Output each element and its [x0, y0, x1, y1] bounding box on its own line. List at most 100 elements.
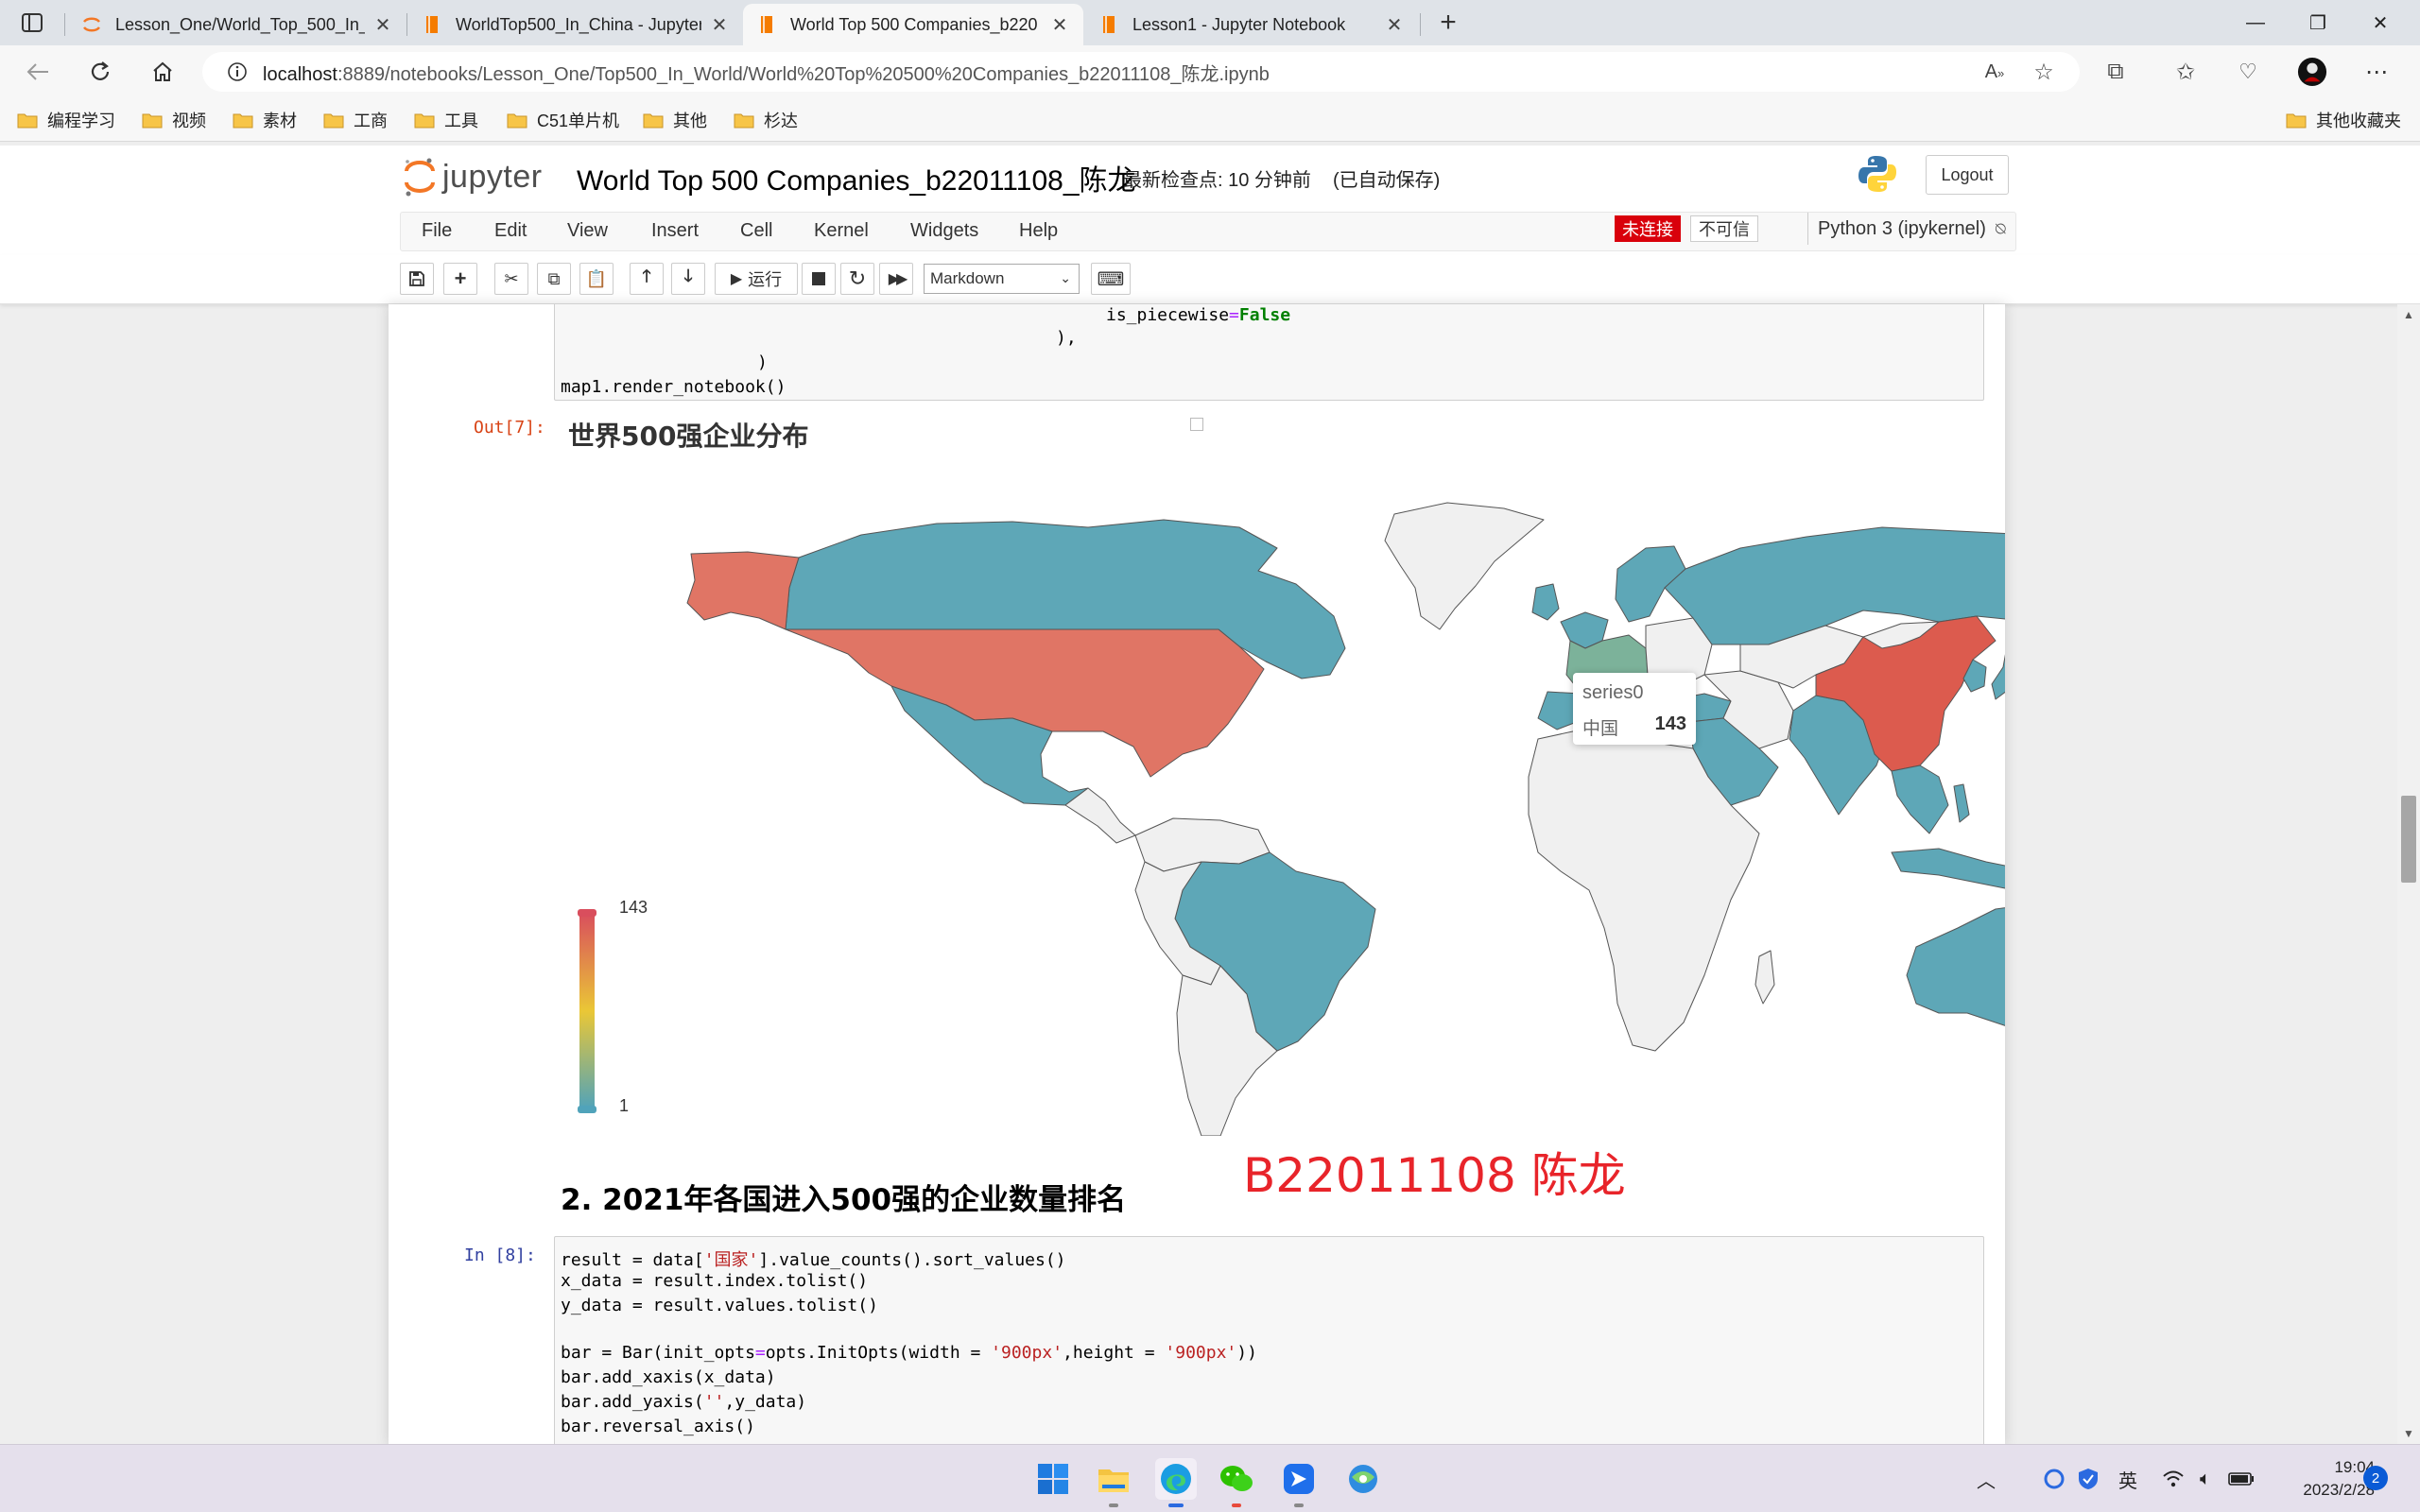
other-bookmarks[interactable]: 其他收藏夹: [2286, 106, 2401, 134]
tab-actions-icon[interactable]: [13, 9, 51, 36]
network-app-icon[interactable]: [1342, 1458, 1384, 1500]
logout-button[interactable]: Logout: [1926, 155, 2009, 195]
bookmark-folder[interactable]: 工具: [414, 106, 478, 134]
menu-insert[interactable]: Insert: [651, 220, 699, 242]
browser-tab[interactable]: Lesson1 - Jupyter Notebook ✕: [1085, 4, 1418, 45]
favorites-icon[interactable]: ✩: [2170, 57, 2201, 87]
bookmark-folder[interactable]: 视频: [142, 106, 206, 134]
page-scrollbar[interactable]: ▲ ▼: [2397, 304, 2420, 1444]
world-map[interactable]: [389, 304, 2005, 1136]
volume-icon[interactable]: 🔈︎: [2191, 1464, 2220, 1494]
scroll-down-arrow[interactable]: ▼: [2397, 1423, 2420, 1444]
code-cell-8[interactable]: result = data['国家'].value_counts().sort_…: [554, 1236, 1984, 1444]
browser-tab[interactable]: WorldTop500_In_China - Jupyter ✕: [408, 4, 743, 45]
kernel-status-badge[interactable]: 未连接: [1615, 215, 1681, 242]
kernel-indicator[interactable]: Python 3 (ipykernel) ⍉: [1807, 213, 2006, 245]
notification-badge[interactable]: 2: [2363, 1466, 2388, 1490]
region-greenland[interactable]: [1384, 502, 1545, 630]
save-button[interactable]: [400, 263, 434, 295]
copy-button[interactable]: ⧉: [537, 263, 571, 295]
bookmark-folder[interactable]: 杉达: [734, 106, 798, 134]
bookmark-label: 工具: [444, 112, 478, 130]
folder-icon: [323, 113, 344, 129]
maximize-button[interactable]: ❐: [2288, 0, 2348, 45]
jupyter-logo[interactable]: jupyter: [403, 153, 543, 200]
feishu-icon[interactable]: [1278, 1458, 1320, 1507]
browser-tab-active[interactable]: World Top 500 Companies_b220 ✕: [743, 4, 1083, 45]
start-icon[interactable]: [1032, 1458, 1074, 1500]
bookmark-folder[interactable]: 工商: [323, 106, 388, 134]
menu-cell[interactable]: Cell: [740, 220, 772, 242]
region-uk[interactable]: [1531, 583, 1560, 621]
info-icon[interactable]: [227, 61, 248, 82]
home-button[interactable]: [146, 55, 180, 89]
command-palette-button[interactable]: ⌨: [1091, 263, 1131, 295]
menu-help[interactable]: Help: [1019, 220, 1058, 242]
visual-map-min-handle[interactable]: [578, 1106, 596, 1113]
scroll-thumb[interactable]: [2401, 796, 2416, 883]
refresh-button[interactable]: [83, 55, 117, 89]
taskbar-clock[interactable]: 19:04 2023/2/28: [2269, 1456, 2375, 1502]
battery-icon[interactable]: [2225, 1464, 2257, 1494]
new-tab-button[interactable]: +: [1433, 7, 1463, 38]
ime-indicator[interactable]: 英: [2114, 1464, 2142, 1494]
menu-view[interactable]: View: [567, 220, 608, 242]
region-japan[interactable]: [1991, 643, 2005, 700]
cut-button[interactable]: ✂: [494, 263, 528, 295]
security-shield-icon[interactable]: [2074, 1464, 2102, 1494]
region-alaska[interactable]: [686, 551, 800, 630]
restart-run-all-button[interactable]: ▶▶: [879, 263, 913, 295]
run-button[interactable]: ▶ 运行: [715, 263, 798, 295]
visual-map-legend[interactable]: [568, 907, 606, 1119]
trusted-status-badge[interactable]: 不可信: [1690, 215, 1758, 242]
close-icon[interactable]: ✕: [1049, 13, 1070, 37]
read-aloud-icon[interactable]: A»: [1979, 57, 2010, 87]
visual-map-max-handle[interactable]: [578, 909, 596, 917]
menu-kernel[interactable]: Kernel: [814, 220, 869, 242]
bookmark-folder[interactable]: 其他: [643, 106, 707, 134]
minimize-button[interactable]: —: [2225, 0, 2286, 45]
cell-type-select[interactable]: Markdown ⌄: [924, 264, 1080, 294]
profile-avatar[interactable]: [2297, 57, 2327, 87]
edge-icon[interactable]: [1155, 1458, 1197, 1507]
close-icon[interactable]: ✕: [1384, 13, 1405, 37]
menu-edit[interactable]: Edit: [494, 220, 527, 242]
interrupt-button[interactable]: [802, 263, 836, 295]
student-id-overlay: B22011108 陈龙: [1243, 1148, 1626, 1203]
region-philippines[interactable]: [1953, 783, 1970, 823]
region-indonesia[interactable]: [1891, 848, 2005, 890]
python-logo-icon: [1858, 156, 1896, 192]
close-icon[interactable]: ✕: [709, 13, 730, 37]
section-heading[interactable]: 2. 2021年各国进入500强的企业数量排名: [561, 1176, 1126, 1218]
extensions-icon[interactable]: ⧉: [2100, 57, 2131, 87]
move-up-button[interactable]: 🡑: [630, 263, 664, 295]
file-explorer-icon[interactable]: [1093, 1458, 1134, 1507]
menu-file[interactable]: File: [422, 220, 452, 242]
wifi-icon[interactable]: [2159, 1464, 2187, 1494]
insert-cell-button[interactable]: +: [443, 263, 477, 295]
favorite-star-icon[interactable]: ☆: [2029, 57, 2059, 87]
jupyter-logo-text: jupyter: [442, 158, 543, 195]
menu-widgets[interactable]: Widgets: [910, 220, 978, 242]
region-southeast-asia[interactable]: [1891, 765, 1949, 834]
region-madagascar[interactable]: [1754, 950, 1775, 1005]
scroll-up-arrow[interactable]: ▲: [2397, 304, 2420, 325]
browser-tab[interactable]: Lesson_One/World_Top_500_In_C ✕: [68, 4, 406, 45]
restart-button[interactable]: ↻: [840, 263, 874, 295]
bookmark-folder[interactable]: C51单片机: [507, 106, 619, 134]
back-button[interactable]: [21, 55, 55, 89]
bookmark-folder[interactable]: 编程学习: [17, 106, 115, 134]
close-window-button[interactable]: ✕: [2350, 0, 2411, 45]
move-down-button[interactable]: 🡓: [671, 263, 705, 295]
cloud-sync-icon[interactable]: [2040, 1464, 2068, 1494]
close-icon[interactable]: ✕: [372, 13, 393, 37]
browser-essentials-icon[interactable]: ♡: [2233, 57, 2263, 87]
notebook-title[interactable]: World Top 500 Companies_b22011108_陈龙: [577, 157, 1136, 198]
url-bar[interactable]: localhost:8889/notebooks/Lesson_One/Top5…: [202, 52, 2080, 92]
tray-overflow-icon[interactable]: ︿: [1972, 1464, 2000, 1494]
paste-button[interactable]: 📋: [579, 263, 614, 295]
wechat-icon[interactable]: [1216, 1458, 1257, 1507]
more-menu-icon[interactable]: ⋯: [2361, 57, 2392, 87]
bookmark-folder[interactable]: 素材: [233, 106, 297, 134]
region-australia[interactable]: [1906, 905, 2005, 1032]
